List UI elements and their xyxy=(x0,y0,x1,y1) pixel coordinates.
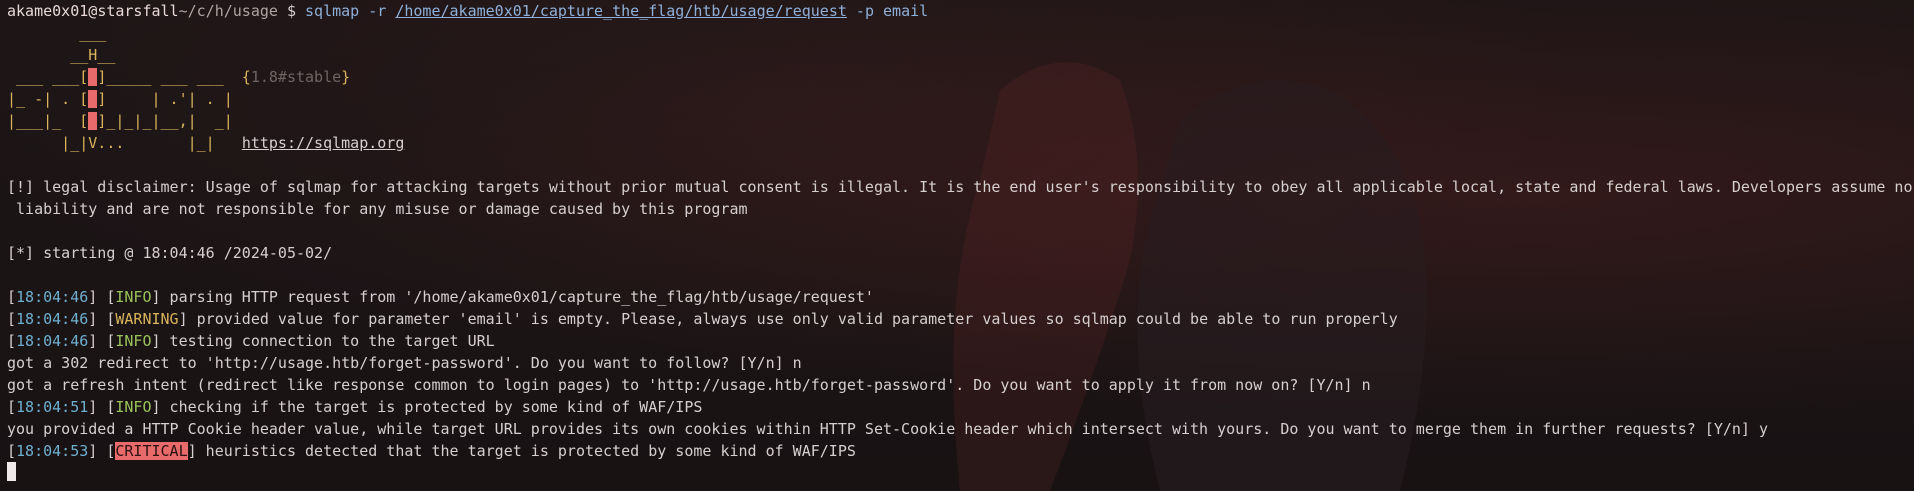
prompt-question-cookie: you provided a HTTP Cookie header value,… xyxy=(7,420,1768,438)
prompt-host: starsfall xyxy=(97,2,179,20)
prompt-question-refresh: got a refresh intent (redirect like resp… xyxy=(7,376,1371,394)
log-timestamp: 18:04:51 xyxy=(16,398,89,416)
banner-part: |___|_ [ xyxy=(7,112,89,130)
log-message: provided value for parameter 'email' is … xyxy=(187,310,1398,328)
command-name: sqlmap xyxy=(305,2,360,20)
starting-line: [*] starting @ 18:04:46 /2024-05-02/ xyxy=(7,244,333,262)
command-flag-r: -r xyxy=(368,2,387,20)
banner-line-1: ___ xyxy=(7,24,107,42)
prompt-symbol: $ xyxy=(286,2,296,20)
log-timestamp: 18:04:46 xyxy=(16,288,89,306)
prompt-question-redirect: got a 302 redirect to 'http://usage.htb/… xyxy=(7,354,802,372)
log-level-info: INFO xyxy=(115,288,152,306)
banner-line-4: |_ -| . ['] | .'| . | xyxy=(7,88,233,110)
banner-part: ]_____ ___ ___ { xyxy=(97,68,251,86)
log-timestamp: 18:04:46 xyxy=(16,310,89,328)
log-timestamp: 18:04:53 xyxy=(16,442,89,460)
banner-part: ] | .'| . | xyxy=(97,90,233,108)
banner-red-block: ' xyxy=(88,90,98,108)
banner-line-3: ___ ___[)]_____ ___ ___ {1.8#stable} xyxy=(7,66,350,88)
banner-part: } xyxy=(341,68,351,86)
banner-line-2: __H__ xyxy=(7,46,116,64)
banner-part: |_|V... |_| xyxy=(7,134,242,152)
log-message: testing connection to the target URL xyxy=(160,332,495,350)
banner-line-5: |___|_ [']_|_|_|__,| _| xyxy=(7,110,233,132)
legal-disclaimer-line-2: liability and are not responsible for an… xyxy=(7,200,748,218)
log-line: [18:04:46] [WARNING] provided value for … xyxy=(7,310,1398,328)
log-timestamp: 18:04:46 xyxy=(16,332,89,350)
log-message: checking if the target is protected by s… xyxy=(160,398,703,416)
log-level-info: INFO xyxy=(115,398,152,416)
prompt-at: @ xyxy=(88,2,98,20)
log-level-critical: CRITICAL xyxy=(115,442,188,460)
shell-prompt: akame0x01@starsfall~/c/h/usage $ sqlmap … xyxy=(7,0,928,22)
sqlmap-website-link[interactable]: https://sqlmap.org xyxy=(242,134,405,152)
terminal-cursor[interactable] xyxy=(7,462,16,481)
log-line: [18:04:51] [INFO] checking if the target… xyxy=(7,398,703,416)
log-line: [18:04:53] [CRITICAL] heuristics detecte… xyxy=(7,442,856,460)
banner-part: |_ -| . [ xyxy=(7,90,89,108)
banner-line-6: |_|V... |_| https://sqlmap.org xyxy=(7,132,404,154)
command-flag-p: -p xyxy=(855,2,874,20)
log-message: parsing HTTP request from '/home/akame0x… xyxy=(160,288,874,306)
legal-disclaimer-line-1: [!] legal disclaimer: Usage of sqlmap fo… xyxy=(7,178,1913,196)
terminal-window[interactable]: akame0x01@starsfall~/c/h/usage $ sqlmap … xyxy=(7,0,1913,491)
log-level-info: INFO xyxy=(115,332,152,350)
banner-red-block: ' xyxy=(88,112,98,130)
log-message: heuristics detected that the target is p… xyxy=(196,442,856,460)
log-level-warning: WARNING xyxy=(115,310,179,328)
command-param: email xyxy=(883,2,929,20)
banner-part: ]_|_|_|__,| _| xyxy=(97,112,233,130)
log-line: [18:04:46] [INFO] parsing HTTP request f… xyxy=(7,288,874,306)
banner-part: ___ ___[ xyxy=(7,68,89,86)
prompt-cwd: ~/c/h/usage xyxy=(178,2,278,20)
sqlmap-version: 1.8#stable xyxy=(250,68,342,86)
banner-red-block: ) xyxy=(88,68,98,86)
request-file-path[interactable]: /home/akame0x01/capture_the_flag/htb/usa… xyxy=(395,2,847,20)
log-line: [18:04:46] [INFO] testing connection to … xyxy=(7,332,495,350)
prompt-user: akame0x01 xyxy=(7,2,89,20)
